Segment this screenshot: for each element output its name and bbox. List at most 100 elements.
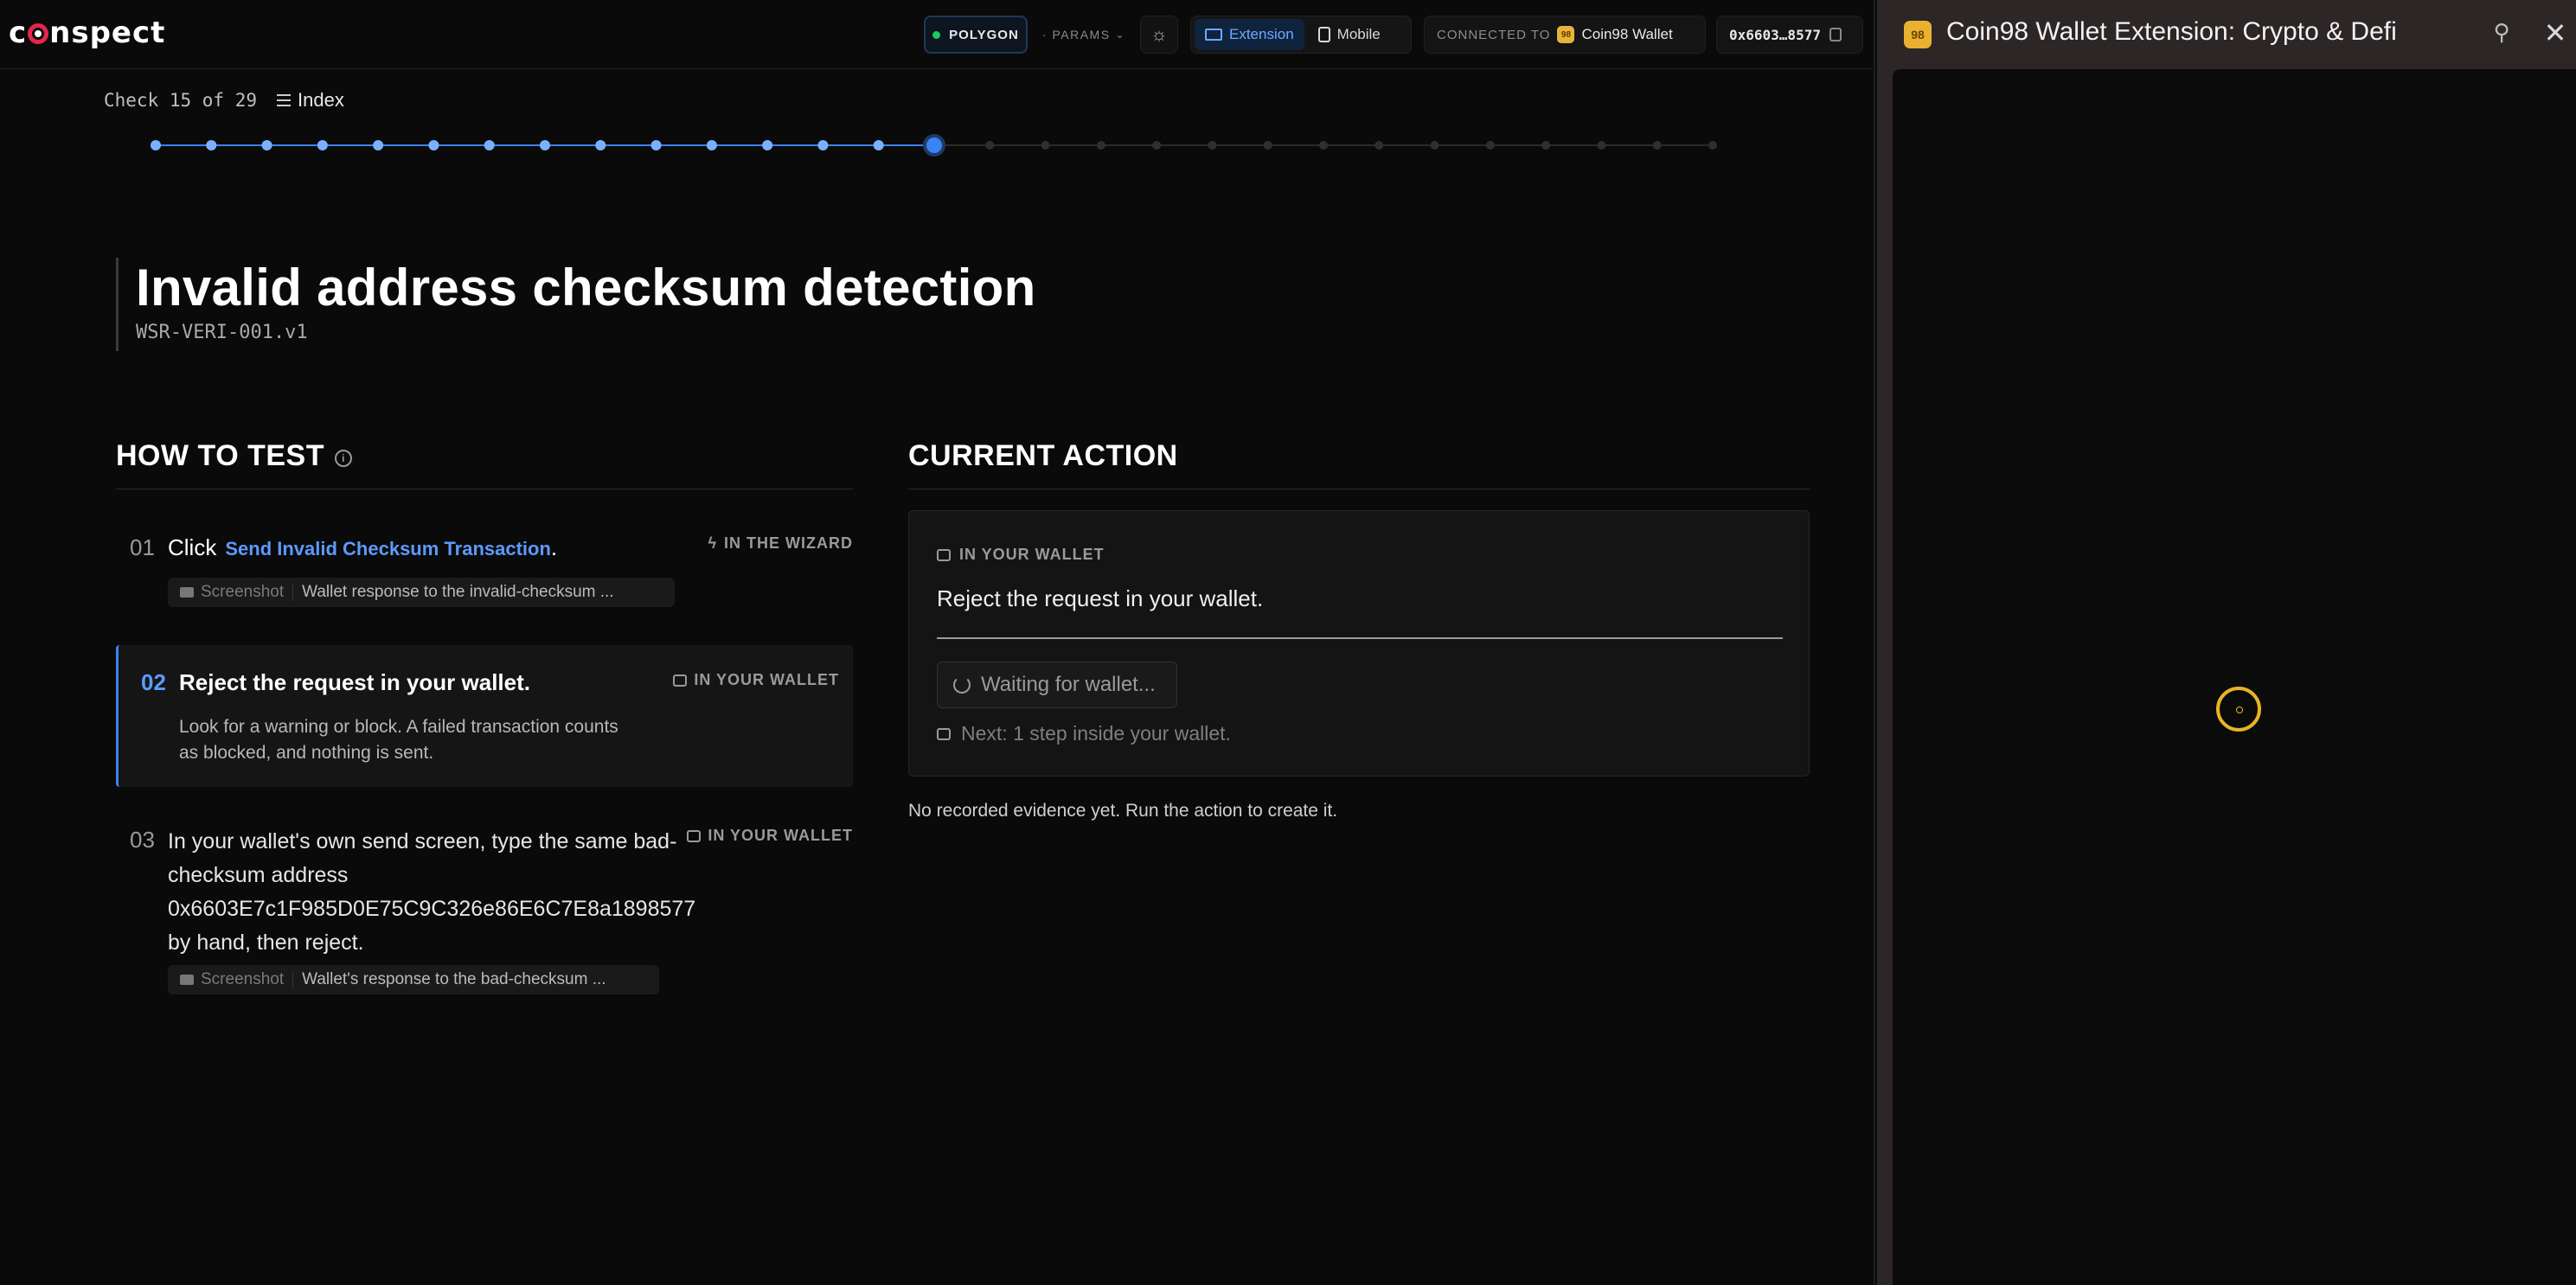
- next-step-text: Next: 1 step inside your wallet.: [961, 722, 1231, 745]
- camera-icon: [180, 587, 194, 598]
- connected-to-label: CONNECTED TO: [1437, 27, 1551, 42]
- evidence-description: Wallet response to the invalid-checksum …: [302, 583, 614, 601]
- progress-step[interactable]: [595, 140, 606, 150]
- progress-step[interactable]: [762, 140, 773, 150]
- extension-content: [1893, 69, 2576, 1285]
- copy-icon[interactable]: [1829, 28, 1842, 42]
- progress-step[interactable]: [1152, 141, 1162, 150]
- step-1-tag-label: IN THE WIZARD: [724, 534, 853, 552]
- progress-step[interactable]: [1597, 141, 1606, 150]
- step-1: 01 Click Send Invalid Checksum Transactio…: [116, 529, 853, 616]
- progress-step[interactable]: [1541, 141, 1551, 150]
- progress-step[interactable]: [1041, 141, 1050, 150]
- progress-step[interactable]: [373, 140, 384, 150]
- progress-step[interactable]: [985, 141, 995, 150]
- progress-step[interactable]: [873, 140, 884, 150]
- progress-step[interactable]: [1208, 141, 1217, 150]
- progress-step[interactable]: [706, 140, 717, 150]
- network-status-dot: [932, 30, 941, 39]
- close-icon[interactable]: ✕: [2541, 17, 2569, 48]
- phone-icon: [1317, 27, 1330, 42]
- device-toggle: Extension Mobile: [1190, 16, 1412, 54]
- progress-step-current[interactable]: [923, 134, 945, 157]
- progress-step[interactable]: [817, 140, 829, 150]
- progress-step[interactable]: [428, 140, 439, 150]
- extension-panel: 98 Coin98 Wallet Extension: Crypto & Def…: [1877, 0, 2576, 1285]
- unpin-icon[interactable]: ⚲: [2488, 19, 2515, 50]
- progress-step[interactable]: [1319, 141, 1328, 150]
- progress-step[interactable]: [650, 140, 662, 150]
- progress-step[interactable]: [317, 140, 328, 150]
- progress-step[interactable]: [1375, 141, 1384, 150]
- current-action-heading: CURRENT ACTION: [908, 439, 1810, 489]
- check-counter: Check 15 of 29: [104, 90, 258, 111]
- extension-title: Coin98 Wallet Extension: Crypto & Defi: [1946, 17, 2397, 46]
- loading-spinner-icon: [2216, 687, 2261, 732]
- evidence-description: Wallet's response to the bad-checksum ..…: [302, 970, 606, 988]
- step-1-suffix: .: [550, 534, 558, 560]
- action-tag-label: IN YOUR WALLET: [959, 546, 1105, 563]
- bolt-icon: ϟ: [708, 534, 718, 552]
- progress-step[interactable]: [540, 140, 550, 150]
- step-2-active[interactable]: 02 Reject the request in your wallet. Lo…: [116, 645, 853, 787]
- progress-step[interactable]: [151, 140, 161, 150]
- connected-wallet[interactable]: CONNECTED TO 98 Coin98 Wallet: [1424, 16, 1706, 54]
- extension-header: 98 Coin98 Wallet Extension: Crypto & Def…: [1877, 0, 2576, 69]
- wallet-address: 0x6603…8577: [1729, 26, 1821, 43]
- top-bar: c nspect POLYGON · PARAMS ⌄ ☼ Extension M…: [0, 0, 1875, 69]
- progress-step[interactable]: [1096, 141, 1105, 150]
- no-evidence-message: No recorded evidence yet. Run the action…: [908, 801, 1338, 821]
- step-3-text: In your wallet's own send screen, type t…: [168, 829, 696, 955]
- send-invalid-checksum-link[interactable]: Send Invalid Checksum Transaction: [225, 538, 551, 559]
- progress-step[interactable]: [1652, 141, 1662, 150]
- test-id: WSR-VERI-001.v1: [136, 322, 308, 343]
- camera-icon: [180, 975, 194, 985]
- params-dropdown[interactable]: · PARAMS ⌄: [1036, 16, 1131, 54]
- step-1-tag: ϟ IN THE WIZARD: [708, 534, 853, 553]
- step-number: 03: [130, 827, 155, 853]
- divider: [937, 637, 1783, 639]
- evidence-chip[interactable]: Screenshot Wallet response to the invali…: [168, 578, 675, 607]
- theme-toggle-button[interactable]: ☼: [1140, 16, 1178, 54]
- progress-step[interactable]: [1430, 141, 1439, 150]
- sun-icon: ☼: [1150, 23, 1169, 45]
- wallet-icon: [673, 674, 688, 687]
- progress-step[interactable]: [206, 140, 217, 150]
- coin98-icon: 98: [1557, 26, 1575, 43]
- progress-step[interactable]: [484, 140, 495, 150]
- coin98-icon: 98: [1904, 21, 1932, 48]
- extension-tab-label: Extension: [1229, 26, 1294, 42]
- progress-step[interactable]: [1708, 141, 1717, 150]
- network-selector[interactable]: POLYGON: [924, 16, 1028, 54]
- index-link[interactable]: Index: [277, 89, 344, 112]
- waiting-for-wallet-button[interactable]: Waiting for wallet...: [937, 662, 1177, 708]
- divider: [292, 584, 294, 601]
- main-app: c nspect POLYGON · PARAMS ⌄ ☼ Extension M…: [0, 0, 1875, 1285]
- coinspect-logo[interactable]: c nspect: [9, 16, 165, 50]
- wallet-icon: [937, 727, 951, 740]
- step-3-tag: IN YOUR WALLET: [687, 827, 853, 845]
- info-icon[interactable]: i: [334, 450, 352, 467]
- chevron-down-icon: ⌄: [1115, 29, 1126, 41]
- progress-step[interactable]: [1263, 141, 1272, 150]
- step-3-tag-label: IN YOUR WALLET: [708, 827, 853, 844]
- how-to-test-title: HOW TO TEST: [116, 439, 324, 472]
- divider: [292, 971, 294, 988]
- evidence-kind: Screenshot: [180, 970, 284, 989]
- action-tag: IN YOUR WALLET: [937, 546, 1105, 564]
- next-step-hint: Next: 1 step inside your wallet.: [937, 722, 1231, 745]
- current-action-card: IN YOUR WALLET Reject the request in you…: [908, 510, 1810, 777]
- evidence-chip[interactable]: Screenshot Wallet's response to the bad-…: [168, 965, 659, 994]
- extension-tab[interactable]: Extension: [1195, 19, 1304, 50]
- wallet-icon: [687, 829, 702, 842]
- address-chip[interactable]: 0x6603…8577: [1716, 16, 1863, 54]
- mobile-tab[interactable]: Mobile: [1308, 19, 1391, 50]
- progress-step[interactable]: [261, 140, 272, 150]
- step-1-prefix: Click: [168, 534, 217, 560]
- mobile-tab-label: Mobile: [1336, 26, 1381, 42]
- monitor-icon: [1205, 29, 1222, 41]
- test-header: Invalid address checksum detection WSR-V…: [116, 258, 1036, 351]
- list-icon: [277, 94, 291, 106]
- progress-step[interactable]: [1485, 141, 1495, 150]
- step-3: 03 In your wallet's own send screen, typ…: [116, 823, 853, 1005]
